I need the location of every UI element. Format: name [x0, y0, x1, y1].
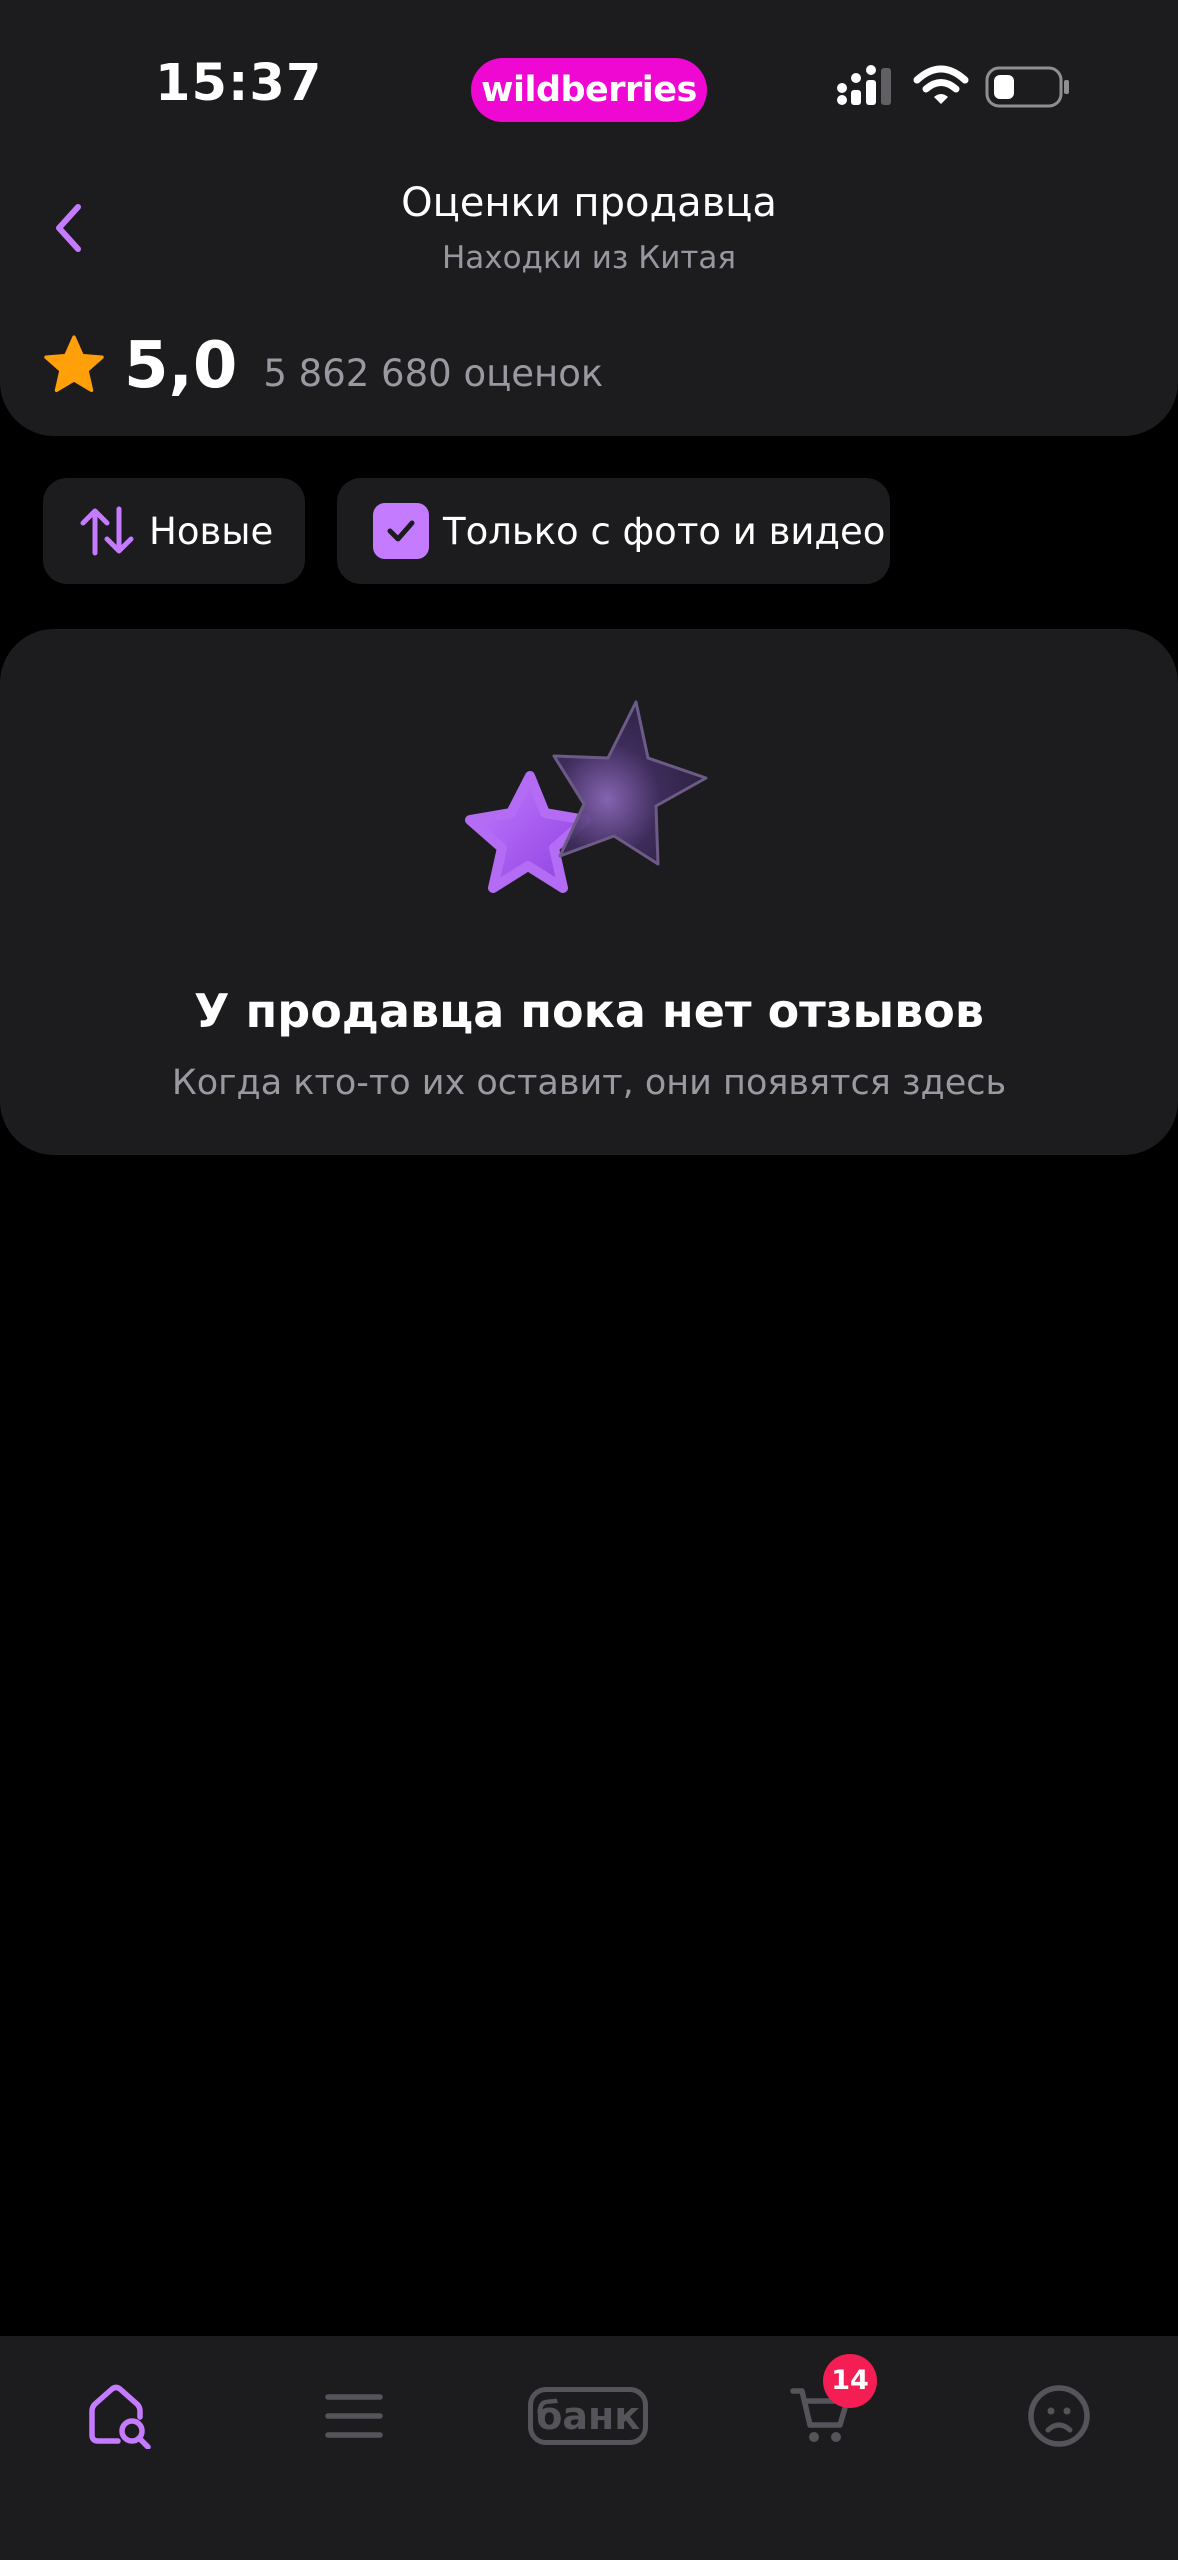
sort-arrows-icon — [80, 506, 134, 556]
tab-catalog[interactable] — [294, 2366, 414, 2466]
empty-state-title: У продавца пока нет отзывов — [194, 984, 984, 1038]
battery-icon — [985, 66, 1069, 108]
bank-label: банк — [528, 2387, 648, 2445]
sort-button[interactable]: Новые — [43, 478, 305, 584]
status-bar: 15:37 wildberries — [0, 0, 1178, 150]
home-search-icon — [89, 2384, 151, 2449]
photo-filter-checkbox[interactable] — [373, 503, 429, 559]
page-title: Оценки продавца — [401, 180, 777, 226]
empty-state-text: Когда кто-то их оставит, они появятся зд… — [171, 1063, 1007, 1103]
stars-illustration-icon — [465, 700, 708, 893]
rating-value: 5,0 — [124, 329, 238, 403]
tab-bank[interactable]: банк — [528, 2366, 648, 2466]
star-icon — [44, 335, 104, 393]
tab-home-search[interactable] — [60, 2366, 180, 2466]
cart-badge: 14 — [823, 2354, 877, 2408]
menu-icon — [325, 2394, 383, 2438]
photo-video-filter[interactable]: Только с фото и видео — [337, 478, 890, 584]
bottom-tab-bar: банк — [0, 2336, 1178, 2560]
seller-name: Находки из Китая — [441, 240, 737, 276]
rating-count: 5 862 680 оценок — [263, 351, 604, 395]
photo-filter-label: Только с фото и видео — [443, 509, 886, 553]
brand-logo: wildberries — [471, 58, 707, 122]
checkmark-icon — [387, 520, 415, 542]
tab-profile[interactable] — [999, 2366, 1119, 2466]
profile-icon — [1028, 2385, 1090, 2447]
sort-label: Новые — [149, 509, 274, 553]
seller-rating: 5,0 5 862 680 оценок — [40, 326, 603, 406]
status-time: 15:37 — [155, 54, 323, 113]
wifi-icon — [913, 65, 969, 104]
cellular-signal-icon — [837, 65, 891, 105]
